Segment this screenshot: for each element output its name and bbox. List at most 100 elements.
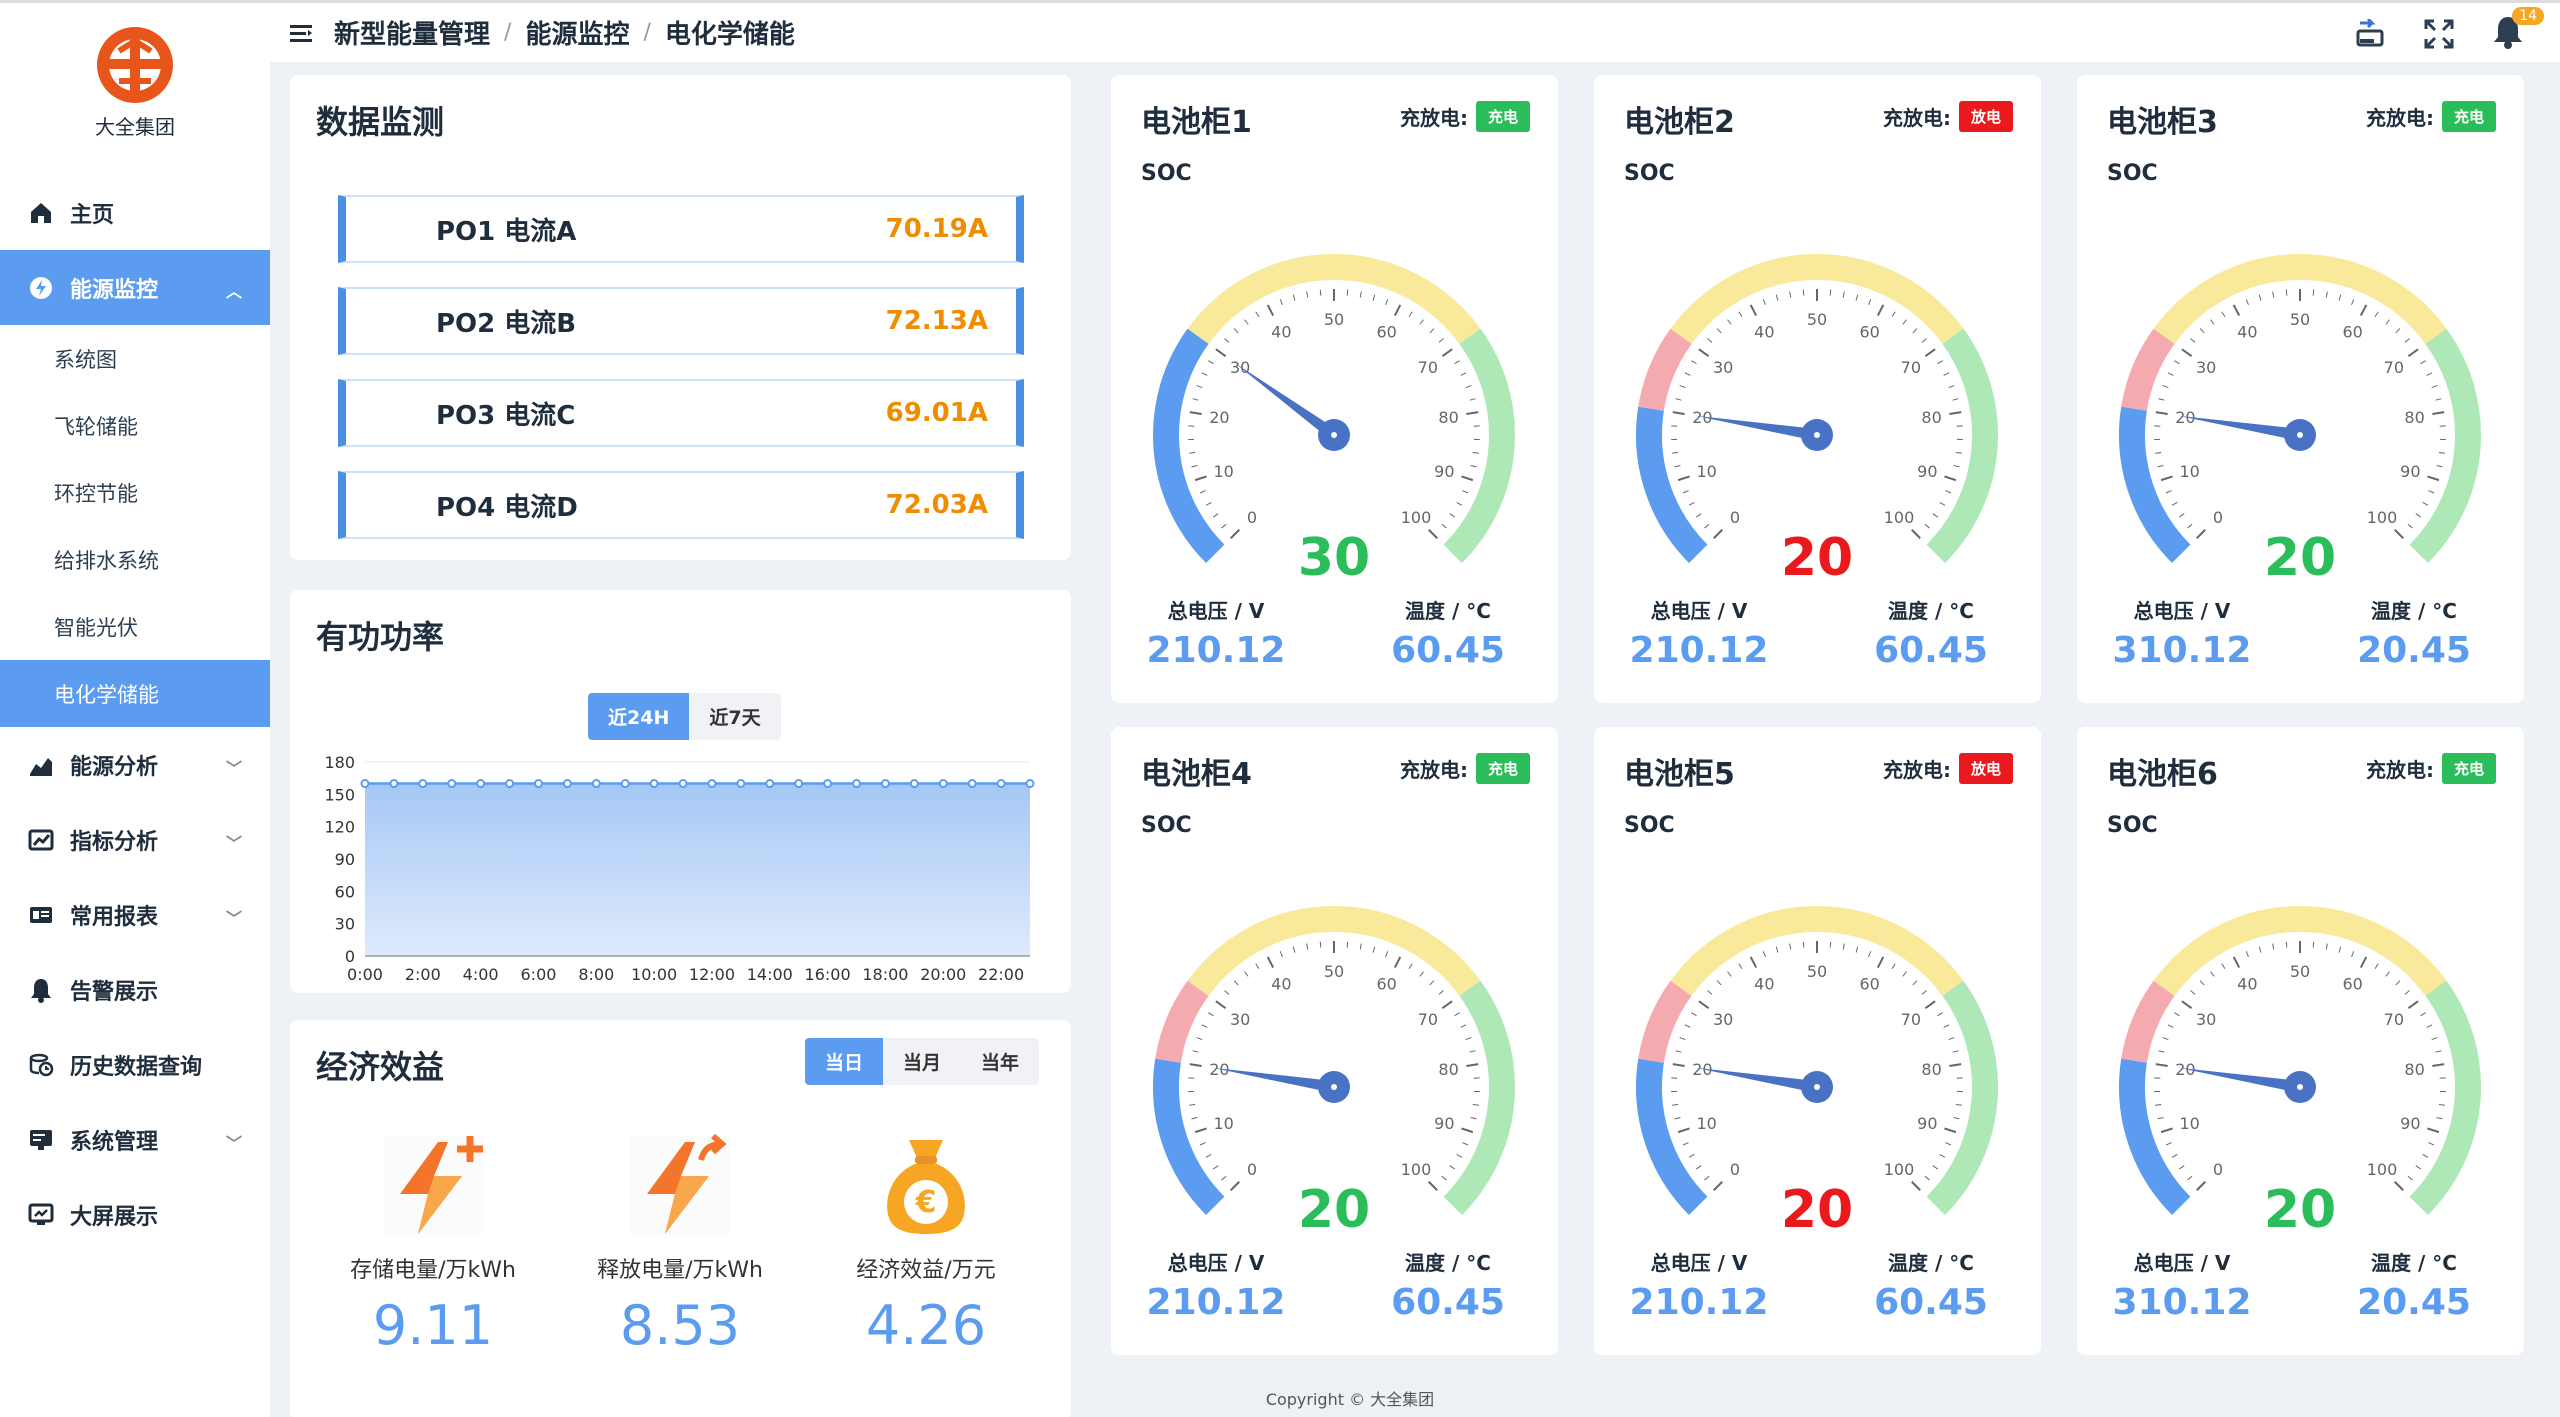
gauge-tick-label: 30 bbox=[1230, 1010, 1250, 1029]
voltage-label: 总电压 / V bbox=[1167, 1251, 1265, 1275]
data-point bbox=[447, 779, 457, 789]
temp-stat: 温度 / °C 20.45 bbox=[2314, 595, 2514, 671]
gauge-tick bbox=[1449, 1165, 1456, 1170]
gauge-tick bbox=[2404, 990, 2410, 995]
gauge-tick bbox=[1212, 513, 1219, 518]
voltage-value: 210.12 bbox=[1629, 1282, 1769, 1323]
notification-button[interactable]: 14 bbox=[2492, 7, 2544, 53]
sidebar-item-settings[interactable]: 系统管理 ﹀ bbox=[0, 1102, 270, 1177]
gauge-tick bbox=[1688, 502, 1695, 506]
econ-benefit-label: 经济效益/万元 bbox=[856, 1258, 996, 1283]
gauge-tick-label: 30 bbox=[1713, 1010, 1733, 1029]
gauge-tick bbox=[2394, 1181, 2404, 1191]
gauge-tick bbox=[2221, 311, 2226, 318]
gauge-tick bbox=[1192, 398, 1199, 401]
gauge-tick bbox=[2407, 1175, 2413, 1181]
temp-label: 温度 / °C bbox=[2371, 599, 2457, 623]
sidebar-subitem[interactable]: 智能光伏 bbox=[0, 593, 270, 660]
gauge-tick bbox=[1698, 1000, 1710, 1010]
gauge-tick bbox=[1953, 465, 1960, 468]
brand-name: 大全集团 bbox=[95, 115, 175, 139]
gauge-tick bbox=[1244, 319, 1249, 325]
econ-released-label: 释放电量/万kWh bbox=[597, 1258, 763, 1283]
gauge-tick bbox=[2196, 1181, 2206, 1191]
screen-switch-icon[interactable] bbox=[2354, 19, 2386, 49]
gauge-tick bbox=[2158, 398, 2165, 401]
monitor-value: 70.19A bbox=[885, 214, 988, 244]
breadcrumb-item[interactable]: 新型能量管理 bbox=[334, 14, 490, 51]
gauge-tick bbox=[1472, 1104, 1479, 1106]
gauge-tick-label: 90 bbox=[1917, 462, 1937, 481]
gauge-tick bbox=[1727, 319, 1732, 325]
gauge-tick bbox=[2155, 411, 2168, 416]
breadcrumb-item[interactable]: 能源监控 bbox=[525, 14, 629, 51]
menu-toggle-icon[interactable] bbox=[290, 24, 312, 42]
gauge-tick bbox=[1233, 980, 1239, 986]
gauge-tick bbox=[1672, 1104, 1679, 1106]
data-point bbox=[909, 779, 919, 789]
sidebar-subitem[interactable]: 电化学储能 bbox=[0, 660, 270, 727]
data-point bbox=[852, 779, 862, 789]
gauge-tick bbox=[1224, 338, 1230, 343]
sidebar-subitem[interactable]: 飞轮储能 bbox=[0, 392, 270, 459]
sidebar-item-chart[interactable]: 能源分析 ﹀ bbox=[0, 727, 270, 802]
data-point bbox=[533, 779, 543, 789]
gauge-tick bbox=[1306, 943, 1309, 950]
tab-year[interactable]: 当年 bbox=[961, 1038, 1039, 1085]
sidebar-subitem[interactable]: 系统图 bbox=[0, 325, 270, 392]
gauge-tick bbox=[2167, 372, 2174, 376]
sidebar-item-energy[interactable]: 能源监控 ︿ bbox=[0, 250, 270, 325]
gauge-tick bbox=[2312, 289, 2315, 296]
tab-day[interactable]: 当日 bbox=[805, 1038, 884, 1085]
sidebar-subitem[interactable]: 环控节能 bbox=[0, 459, 270, 526]
soc-gauge: 010203040506070809010020 bbox=[2119, 906, 2481, 1240]
y-tick-label: 60 bbox=[335, 882, 355, 901]
data-point bbox=[736, 779, 746, 789]
gauge-tick bbox=[2157, 1117, 2164, 1120]
gauge-tick bbox=[2178, 1165, 2185, 1170]
gauge-tick bbox=[1189, 452, 1196, 454]
sidebar-subitem[interactable]: 给排水系统 bbox=[0, 526, 270, 593]
monitor-label: PO3 电流C bbox=[436, 400, 576, 431]
gauge-tick bbox=[1684, 372, 1691, 376]
sidebar-item-trend[interactable]: 指标分析 ﹀ bbox=[0, 802, 270, 877]
gauge-tick bbox=[1244, 971, 1249, 977]
monitor-row: PO1 电流A 70.19A bbox=[338, 195, 1024, 263]
gauge-tick bbox=[1953, 1117, 1960, 1120]
gauge-tick bbox=[1215, 1000, 1227, 1010]
cabinet-name: 电池柜5 bbox=[1624, 757, 1735, 792]
sidebar-item-home[interactable]: 主页 bbox=[0, 175, 270, 250]
gauge-tick-label: 80 bbox=[1921, 408, 1941, 427]
gauge-tick bbox=[1428, 529, 1438, 539]
sidebar-item-label: 能源分析 bbox=[70, 754, 159, 780]
gauge-tick bbox=[1292, 946, 1296, 953]
x-tick-label: 4:00 bbox=[463, 965, 499, 984]
gauge-tick bbox=[1682, 490, 1689, 494]
gauge-tick bbox=[2351, 951, 2355, 958]
gauge-tick-label: 10 bbox=[1696, 1114, 1716, 1133]
sidebar-item-bell[interactable]: 告警展示 bbox=[0, 952, 270, 1027]
power-panel: 有功功率 近24H 近7天 0 30 60 90 120 150 180 0:00 2:00 4:… bbox=[290, 590, 1071, 993]
x-tick-label: 6:00 bbox=[521, 965, 557, 984]
gauge-tick-label: 70 bbox=[1901, 358, 1921, 377]
sidebar-item-screen[interactable]: 大屏展示 bbox=[0, 1177, 270, 1252]
sidebar-item-history[interactable]: 历史数据查询 bbox=[0, 1027, 270, 1102]
gauge-tick bbox=[1470, 1117, 1477, 1120]
tab-month[interactable]: 当月 bbox=[883, 1038, 961, 1085]
gauge-tick bbox=[1208, 360, 1214, 365]
data-point bbox=[591, 779, 601, 789]
gauge-tick bbox=[1472, 452, 1479, 454]
gauge-needle bbox=[2178, 1067, 2301, 1093]
gauge-tick bbox=[2272, 943, 2275, 950]
sidebar-item-report[interactable]: 常用报表 ﹀ bbox=[0, 877, 270, 952]
gauge-tick bbox=[1393, 304, 1402, 317]
battery-cabinet-card: 电池柜1 充放电: 充电 SOC 0 10 20 30 40 50 60 70 80 90 100 30… bbox=[1111, 75, 1558, 703]
soc-value: 20 bbox=[2264, 1180, 2336, 1240]
gauge-tick-label: 40 bbox=[1271, 323, 1291, 342]
fullscreen-icon[interactable] bbox=[2424, 19, 2454, 49]
sidebar-item-label: 系统管理 bbox=[70, 1129, 159, 1155]
gauge-tick bbox=[2385, 971, 2390, 977]
gauge-tick bbox=[1688, 1154, 1695, 1158]
sidebar-item-label: 常用报表 bbox=[70, 904, 159, 930]
gauge-tick bbox=[1454, 360, 1460, 365]
